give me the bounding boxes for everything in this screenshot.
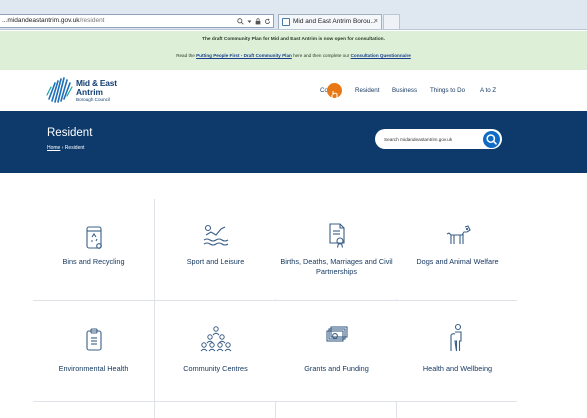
- tile-label: Grants and Funding: [304, 364, 369, 373]
- nav-item-things-to-do[interactable]: Things to Do: [430, 87, 465, 97]
- banner-headline: The draft Community Plan for Mid and Eas…: [202, 37, 385, 42]
- refresh-icon[interactable]: [264, 18, 271, 25]
- browser-tab[interactable]: Mid and East Antrim Borou... ×: [278, 14, 382, 29]
- swimmer-icon: [155, 221, 276, 247]
- health-person-icon: [397, 323, 518, 353]
- site-search: [375, 129, 502, 149]
- tile-sport-and-leisure[interactable]: Sport and Leisure: [155, 199, 276, 299]
- recycling-bin-icon: [33, 223, 154, 251]
- clipboard-icon: [33, 327, 154, 353]
- dog-icon: [397, 223, 518, 247]
- tile-community-centres[interactable]: Community Centres: [155, 301, 276, 401]
- breadcrumb: Home › Resident: [47, 145, 85, 151]
- tile-births-deaths-marriages[interactable]: Births, Deaths, Marriages and Civil Part…: [276, 199, 397, 299]
- banner-text: Read the Putting People First - Draft Co…: [0, 53, 587, 58]
- site-header: Mid & East Antrim Borough Council Co Res…: [0, 70, 587, 111]
- search-icon[interactable]: [237, 17, 244, 25]
- logo-name-line2: Antrim: [76, 87, 103, 97]
- money-notes-icon: [276, 325, 397, 345]
- nav-item-resident[interactable]: Resident: [355, 87, 379, 97]
- browser-toolbar: ...midandeastantrim.gov.uk/resident Mid …: [0, 0, 587, 30]
- address-bar-tools: [237, 15, 271, 27]
- page-title: Resident: [47, 127, 93, 139]
- consultation-banner: The draft Community Plan for Mid and Eas…: [0, 31, 587, 70]
- accessibility-button[interactable]: [327, 83, 342, 100]
- tile-bins-and-recycling[interactable]: Bins and Recycling: [33, 199, 154, 299]
- tile-environmental-health[interactable]: Environmental Health: [33, 301, 154, 401]
- search-input[interactable]: [384, 129, 480, 149]
- tile-label: Dogs and Animal Welfare: [416, 257, 499, 266]
- breadcrumb-home-link[interactable]: Home: [47, 145, 60, 151]
- tile-label: Births, Deaths, Marriages and Civil Part…: [280, 257, 393, 276]
- community-people-icon: [155, 325, 276, 353]
- banner-text-before: Read the: [176, 53, 197, 58]
- close-tab-icon[interactable]: ×: [374, 15, 378, 29]
- url-path: /resident: [79, 17, 105, 24]
- logo-mark-icon: [46, 77, 73, 103]
- tile-label: Sport and Leisure: [186, 257, 245, 266]
- questionnaire-link[interactable]: Consultation Questionnaire: [351, 53, 411, 58]
- tab-title: Mid and East Antrim Borou...: [293, 18, 376, 25]
- site-favicon-icon: [282, 18, 290, 26]
- resident-services-grid: Bins and Recycling Sport and Leisure Bir: [33, 199, 518, 418]
- tile-grants-and-funding[interactable]: Grants and Funding: [276, 301, 397, 401]
- breadcrumb-current: Resident: [64, 145, 85, 151]
- search-button[interactable]: [483, 131, 500, 148]
- draft-plan-link[interactable]: Putting People First - Draft Community P…: [196, 53, 292, 58]
- grid-divider: [33, 401, 517, 402]
- tile-label: Community Centres: [183, 364, 248, 373]
- tile-label: Environmental Health: [58, 364, 129, 373]
- new-tab-button[interactable]: [383, 14, 400, 29]
- lock-icon[interactable]: [255, 17, 261, 25]
- nav-item-a-to-z[interactable]: A to Z: [480, 87, 496, 97]
- hand-cursor-icon: [331, 86, 338, 100]
- page-hero: Resident Home › Resident: [0, 111, 587, 173]
- url-domain: ...midandeastantrim.gov.uk: [2, 17, 80, 24]
- certificate-icon: [276, 221, 397, 249]
- tile-health-and-wellbeing[interactable]: Health and Wellbeing: [397, 301, 518, 401]
- logo-subtitle: Borough Council: [76, 97, 110, 102]
- dropdown-arrow-icon[interactable]: [247, 19, 252, 24]
- tile-label: Health and Wellbeing: [422, 364, 493, 373]
- nav-item-business[interactable]: Business: [392, 87, 417, 97]
- tile-label: Bins and Recycling: [62, 257, 125, 266]
- address-bar[interactable]: ...midandeastantrim.gov.uk/resident: [0, 14, 274, 28]
- tile-dogs-and-animal-welfare[interactable]: Dogs and Animal Welfare: [397, 199, 518, 299]
- search-icon: [486, 134, 497, 145]
- banner-text-middle: here and then complete our: [291, 53, 351, 58]
- council-logo[interactable]: Mid & East Antrim Borough Council: [46, 75, 136, 107]
